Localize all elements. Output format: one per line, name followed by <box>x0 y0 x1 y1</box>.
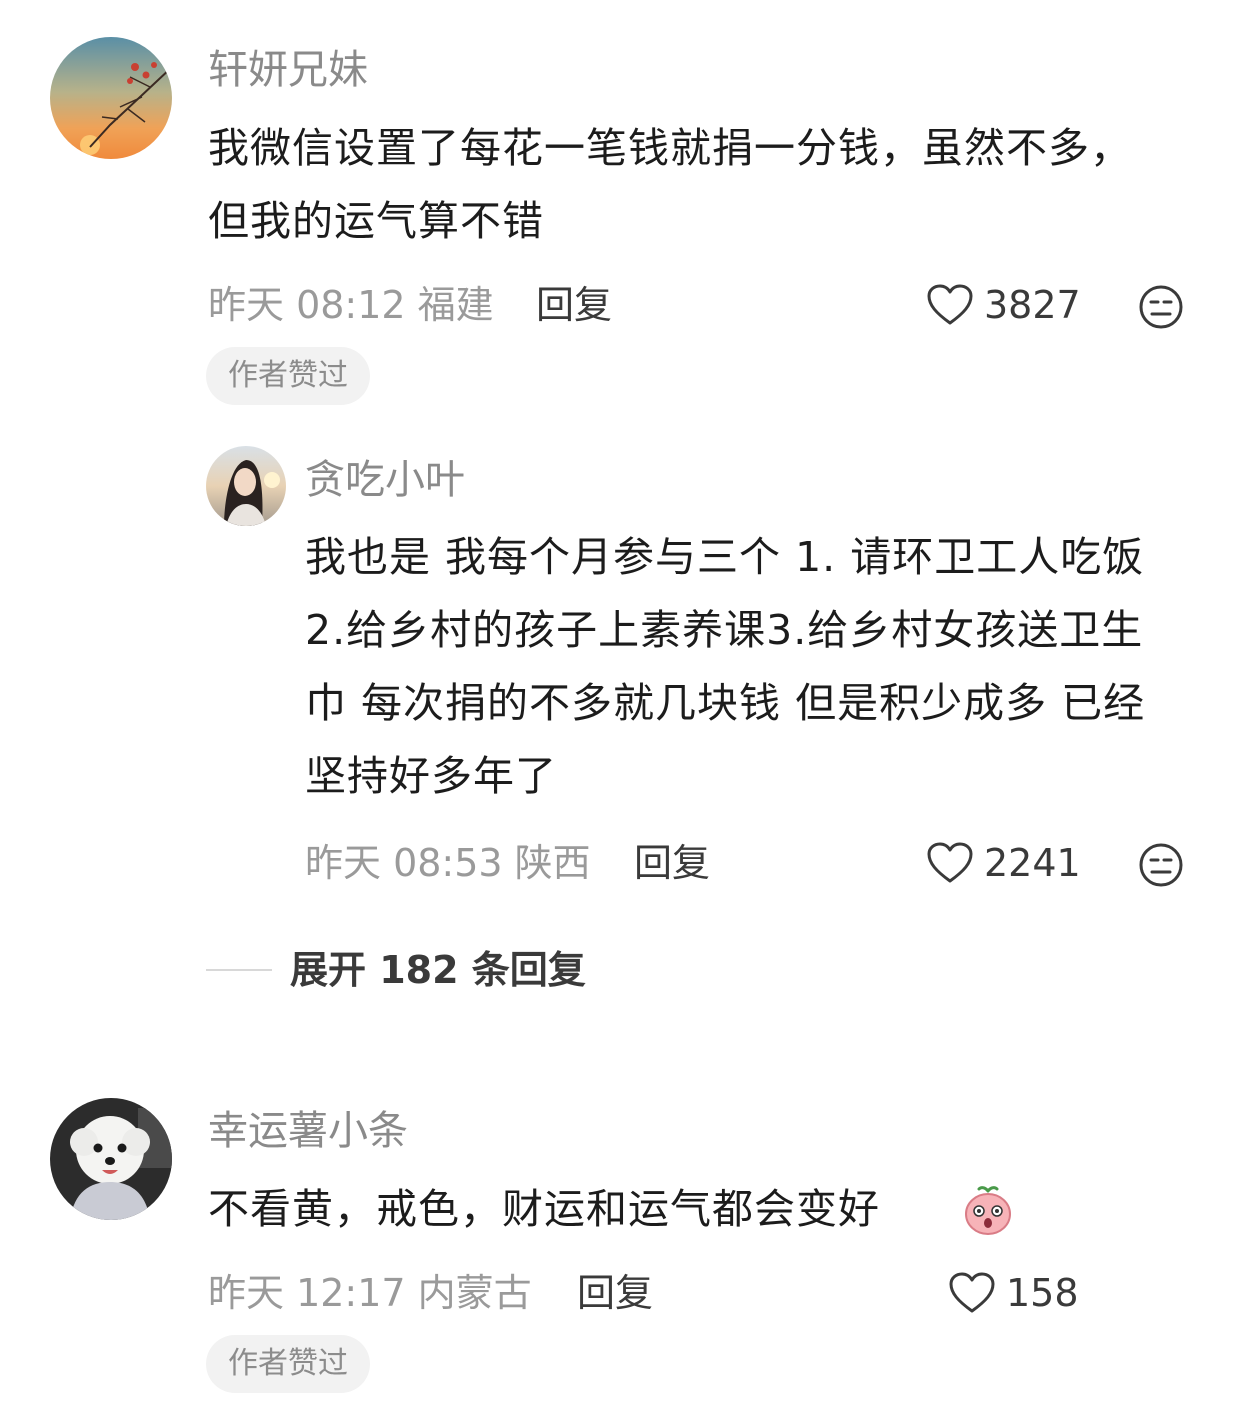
expand-replies-label: 展开 182 条回复 <box>290 948 586 992</box>
heart-outline-icon <box>949 1272 995 1313</box>
avatar-user-1[interactable] <box>50 37 172 159</box>
like-button[interactable]: 3827 <box>926 282 1081 328</box>
comment-author-name[interactable]: 轩妍兄妹 <box>208 46 368 94</box>
expand-replies-button[interactable]: 展开 182 条回复 <box>206 947 586 993</box>
comment-text: 我微信设置了每花一笔钱就捐一分钱，虽然不多，但我的运气算不错 <box>208 124 1132 245</box>
reply-button[interactable]: 回复 <box>536 282 612 328</box>
dislike-button[interactable] <box>1138 842 1184 888</box>
heart-outline-icon <box>927 284 973 325</box>
reply-button[interactable]: 回复 <box>634 840 710 886</box>
comment-text: 我也是 我每个月参与三个 1. 请环卫工人吃饭2.给乡村的孩子上素养课3.给乡村… <box>305 533 1146 800</box>
comment-time-location: 昨天 08:12 福建 <box>208 283 494 327</box>
reply-button[interactable]: 回复 <box>577 1270 653 1316</box>
comment-time-location: 昨天 08:53 陕西 <box>305 841 591 885</box>
pink-peach-surprised-emoji <box>961 1183 1015 1237</box>
like-count: 2241 <box>984 841 1081 885</box>
heart-outline-icon <box>927 842 973 883</box>
like-count: 3827 <box>984 283 1081 327</box>
comment-text: 不看黄，戒色，财运和运气都会变好 <box>208 1185 880 1233</box>
unhappy-face-icon <box>1139 843 1183 887</box>
sunset-branch-avatar-image <box>50 37 172 159</box>
divider-line <box>206 969 272 971</box>
comment-author-name[interactable]: 贪吃小叶 <box>305 456 465 504</box>
comment-author-name[interactable]: 幸运薯小条 <box>208 1107 408 1155</box>
author-liked-badge: 作者赞过 <box>206 347 370 405</box>
white-dog-avatar-image <box>50 1098 172 1220</box>
dislike-button[interactable] <box>1138 284 1184 330</box>
unhappy-face-icon <box>1139 285 1183 329</box>
like-button[interactable]: 2241 <box>926 840 1081 886</box>
portrait-avatar-image <box>206 446 286 526</box>
author-liked-badge: 作者赞过 <box>206 1335 370 1393</box>
comment-time-location: 昨天 12:17 内蒙古 <box>208 1271 532 1315</box>
like-button[interactable]: 158 <box>948 1270 1079 1316</box>
like-count: 158 <box>1006 1271 1079 1315</box>
avatar-user-3[interactable] <box>50 1098 172 1220</box>
avatar-user-2[interactable] <box>206 446 286 526</box>
